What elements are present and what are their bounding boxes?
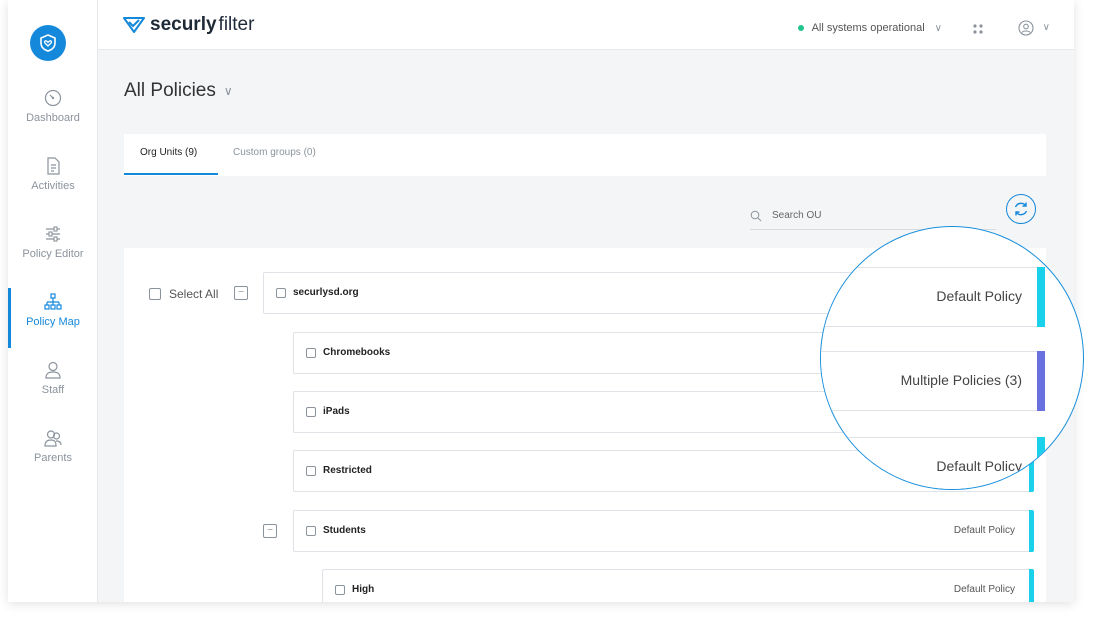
status-text: All systems operational: [811, 22, 925, 34]
row-checkbox[interactable]: [306, 407, 316, 417]
tab-bar: Org Units (9) Custom groups (0): [124, 134, 1046, 176]
search-icon: [750, 210, 762, 221]
sidebar-item-activities[interactable]: Activities: [8, 156, 98, 216]
select-all[interactable]: Select All: [149, 287, 218, 301]
row-checkbox[interactable]: [335, 585, 345, 595]
sidebar-item-dashboard[interactable]: Dashboard: [8, 88, 98, 148]
sidebar-item-label: Activities: [31, 180, 75, 192]
default-policy-bar: [1037, 267, 1045, 327]
collapse-toggle[interactable]: −: [234, 286, 248, 300]
magnified-policy-row: Default Policy: [821, 267, 1045, 327]
user-avatar-icon[interactable]: [1018, 20, 1034, 36]
policy-map-icon: [44, 293, 62, 310]
sidebar: Dashboard Activities Policy Editor Polic…: [8, 0, 98, 602]
dashboard-icon: [44, 89, 62, 107]
sidebar-item-label: Dashboard: [26, 112, 80, 124]
row-checkbox[interactable]: [306, 526, 316, 536]
ou-name: High: [352, 584, 375, 595]
magnified-policy-row: Multiple Policies (3): [821, 351, 1045, 411]
policy-label: Default Policy: [953, 525, 1015, 536]
brand-name-thin: filter: [218, 14, 255, 35]
sidebar-item-staff[interactable]: Staff: [8, 360, 98, 420]
chevron-down-icon[interactable]: ∨: [1043, 22, 1050, 33]
ou-row[interactable]: High Default Policy: [322, 569, 1034, 602]
brand-logo[interactable]: securly filter: [122, 14, 254, 36]
sidebar-item-label: Parents: [34, 452, 72, 464]
brand-name-bold: securly: [150, 14, 217, 35]
sidebar-item-label: Staff: [41, 384, 65, 396]
refresh-icon: [1014, 202, 1028, 216]
policy-label: Default Policy: [953, 584, 1015, 595]
select-all-checkbox[interactable]: [149, 288, 161, 300]
row-checkbox[interactable]: [276, 288, 286, 298]
collapse-toggle[interactable]: −: [263, 524, 277, 538]
apps-grid-icon[interactable]: [972, 23, 984, 35]
ou-name: Restricted: [323, 465, 372, 476]
sidebar-item-label: Policy Editor: [22, 248, 84, 260]
sidebar-item-parents[interactable]: Parents: [8, 428, 98, 488]
securly-logo-badge[interactable]: [30, 25, 66, 61]
active-tab-indicator: [124, 173, 218, 175]
chevron-down-icon: ∨: [223, 84, 233, 98]
status-dot: [797, 25, 804, 31]
policy-editor-icon: [46, 226, 60, 242]
ou-row[interactable]: Students Default Policy: [293, 510, 1034, 552]
default-policy-bar: [1029, 569, 1034, 602]
search-input[interactable]: [772, 210, 972, 221]
page-title-text: All Policies: [124, 80, 216, 101]
policy-label: Multiple Policies (3): [900, 372, 1022, 388]
row-checkbox[interactable]: [306, 466, 316, 476]
default-policy-bar: [1029, 510, 1034, 552]
chevron-down-icon: ∨: [934, 22, 942, 34]
select-all-label: Select All: [169, 287, 219, 301]
ou-name: Chromebooks: [323, 347, 391, 358]
ou-name: iPads: [323, 406, 350, 417]
ou-name: Students: [323, 525, 366, 536]
default-policy-bar: [1037, 437, 1045, 489]
staff-icon: [45, 361, 61, 379]
policy-label: Default Policy: [936, 288, 1022, 304]
activities-icon: [47, 157, 60, 175]
refresh-button[interactable]: [1006, 194, 1036, 224]
tab-org-units[interactable]: Org Units (9): [140, 147, 197, 158]
sidebar-item-label: Policy Map: [26, 316, 80, 328]
row-checkbox[interactable]: [306, 348, 316, 358]
shield-heart-icon: [40, 34, 56, 52]
sidebar-item-policy-editor[interactable]: Policy Editor: [8, 224, 98, 284]
page-title[interactable]: All Policies ∨: [124, 80, 233, 102]
tab-custom-groups[interactable]: Custom groups (0): [233, 147, 316, 158]
top-bar: securly filter All systems operational ∨ …: [98, 0, 1074, 50]
magnified-policy-row: Default Policy: [821, 437, 1045, 489]
system-status[interactable]: All systems operational ∨: [797, 22, 942, 34]
sidebar-item-policy-map[interactable]: Policy Map: [8, 288, 98, 352]
magnifier-callout: Default Policy Multiple Policies (3) Def…: [820, 226, 1084, 490]
multiple-policy-bar: [1037, 351, 1045, 411]
securly-check-icon: [123, 17, 145, 33]
parents-icon: [44, 430, 62, 447]
policy-label: Default Policy: [936, 458, 1022, 474]
ou-name: securlysd.org: [293, 287, 359, 298]
